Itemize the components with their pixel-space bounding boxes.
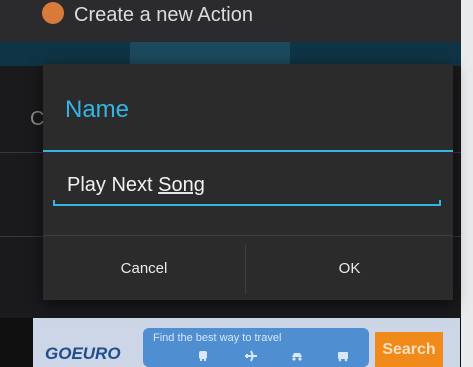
dialog-title: Name: [65, 96, 130, 123]
bus-icon: [335, 350, 351, 362]
spellcheck-flagged-word[interactable]: Song: [158, 174, 205, 196]
action-bar: Create a new Action: [0, 0, 473, 42]
ad-search-button[interactable]: Search: [375, 332, 443, 367]
ad-tagline: Find the best way to travel: [153, 332, 282, 344]
app-icon[interactable]: [42, 2, 64, 24]
ad-search-panel[interactable]: Find the best way to travel: [143, 328, 369, 367]
train-icon: [195, 350, 211, 362]
name-input-value-text: Play Next: [67, 174, 159, 196]
ad-banner[interactable]: GOEURO Find the best way to travel Searc…: [33, 318, 460, 367]
tab-strip: [0, 42, 473, 66]
name-dialog: Name Play Next Song Cancel OK: [43, 64, 453, 300]
input-underline: [53, 200, 441, 206]
action-bar-title: Create a new Action: [74, 4, 253, 26]
dialog-title-divider: [43, 150, 453, 152]
ok-button[interactable]: OK: [246, 236, 453, 301]
dialog-button-bar: Cancel OK: [43, 235, 453, 301]
name-input[interactable]: Play Next Song: [53, 162, 441, 206]
plane-icon: [243, 350, 259, 362]
car-icon: [289, 350, 305, 362]
name-input-value: Play Next Song: [67, 174, 205, 197]
screen-frame-edge: [461, 0, 473, 367]
ad-logo: GOEURO: [45, 344, 121, 363]
cancel-button[interactable]: Cancel: [43, 236, 245, 301]
